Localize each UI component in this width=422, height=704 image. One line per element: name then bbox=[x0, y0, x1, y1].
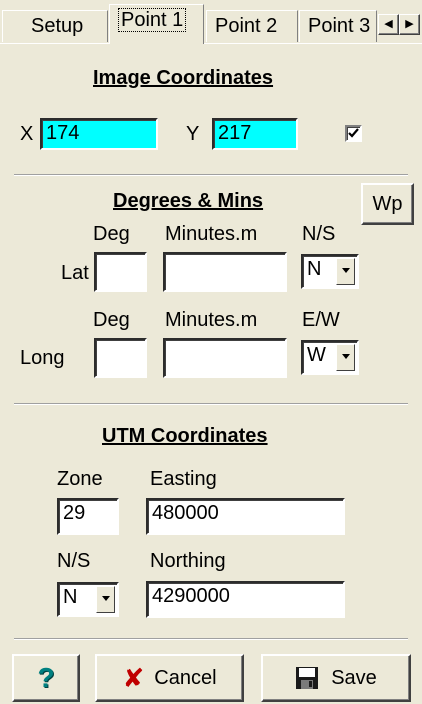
northing-field[interactable]: 4290000 bbox=[146, 581, 345, 618]
lat-ns-value: N bbox=[307, 258, 322, 280]
long-minutes-label: Minutes.m bbox=[165, 309, 258, 331]
chevron-down-icon[interactable] bbox=[336, 344, 355, 371]
lat-minutes-label: Minutes.m bbox=[165, 223, 258, 245]
chevron-down-icon[interactable] bbox=[96, 586, 115, 613]
save-label: Save bbox=[331, 666, 377, 689]
tab-divider bbox=[0, 43, 422, 44]
image-coordinates-checkbox[interactable] bbox=[345, 125, 362, 142]
tab-point-2[interactable]: Point 2 bbox=[206, 10, 298, 42]
help-icon: ? bbox=[37, 662, 55, 693]
separator bbox=[14, 403, 408, 405]
save-button[interactable]: Save bbox=[261, 654, 411, 702]
utm-ns-dropdown[interactable]: N bbox=[57, 582, 119, 617]
separator bbox=[14, 638, 408, 640]
long-ew-value: W bbox=[307, 344, 326, 366]
long-row-label: Long bbox=[20, 347, 65, 369]
check-icon bbox=[348, 128, 359, 138]
x-coordinate-field[interactable]: 174 bbox=[40, 118, 158, 150]
long-ew-label: E/W bbox=[302, 309, 340, 331]
tab-scroll-right-button[interactable]: ▶ bbox=[399, 14, 420, 35]
x-label: X bbox=[20, 123, 34, 145]
tab-strip: Setup Point 1 Point 2 Point 3 ◀ ▶ bbox=[0, 0, 422, 44]
zone-label: Zone bbox=[57, 468, 103, 490]
tab-point-3-label: Point 3 bbox=[308, 15, 371, 37]
wp-button[interactable]: Wp bbox=[361, 183, 414, 225]
easting-label: Easting bbox=[150, 468, 217, 490]
y-coordinate-field[interactable]: 217 bbox=[212, 118, 298, 150]
cancel-icon: ✘ bbox=[122, 662, 145, 693]
lat-minutes-field[interactable] bbox=[163, 252, 287, 292]
lat-ns-label: N/S bbox=[302, 223, 336, 245]
utm-ns-value: N bbox=[63, 586, 78, 608]
zone-field[interactable]: 29 bbox=[57, 498, 119, 535]
image-coordinates-heading: Image Coordinates bbox=[93, 67, 274, 89]
long-deg-label: Deg bbox=[93, 309, 130, 331]
tab-setup[interactable]: Setup bbox=[2, 10, 108, 42]
cancel-label: Cancel bbox=[154, 666, 217, 689]
long-ew-dropdown[interactable]: W bbox=[301, 340, 359, 375]
chevron-down-icon[interactable] bbox=[336, 258, 355, 285]
long-minutes-field[interactable] bbox=[163, 338, 287, 378]
lat-degrees-field[interactable] bbox=[94, 252, 147, 292]
tab-setup-label: Setup bbox=[31, 15, 84, 37]
tab-scroll-left-button[interactable]: ◀ bbox=[378, 14, 399, 35]
tab-point-1[interactable]: Point 1 bbox=[109, 4, 204, 44]
tab-point-1-label: Point 1 bbox=[118, 8, 187, 32]
y-label: Y bbox=[186, 123, 200, 145]
easting-field[interactable]: 480000 bbox=[146, 498, 345, 535]
lat-row-label: Lat bbox=[61, 262, 89, 284]
utm-ns-label: N/S bbox=[57, 550, 91, 572]
help-button[interactable]: ? bbox=[12, 654, 80, 702]
long-degrees-field[interactable] bbox=[94, 338, 147, 378]
utm-coordinates-heading: UTM Coordinates bbox=[102, 425, 268, 447]
northing-label: Northing bbox=[150, 550, 226, 572]
lat-ns-dropdown[interactable]: N bbox=[301, 254, 359, 289]
cancel-button[interactable]: ✘ Cancel bbox=[95, 654, 244, 702]
save-disk-icon bbox=[296, 667, 319, 689]
lat-deg-label: Deg bbox=[93, 223, 130, 245]
tab-point-2-label: Point 2 bbox=[215, 15, 278, 37]
degrees-mins-heading: Degrees & Mins bbox=[113, 190, 264, 212]
tab-point-3[interactable]: Point 3 bbox=[299, 10, 377, 42]
separator bbox=[14, 174, 408, 176]
